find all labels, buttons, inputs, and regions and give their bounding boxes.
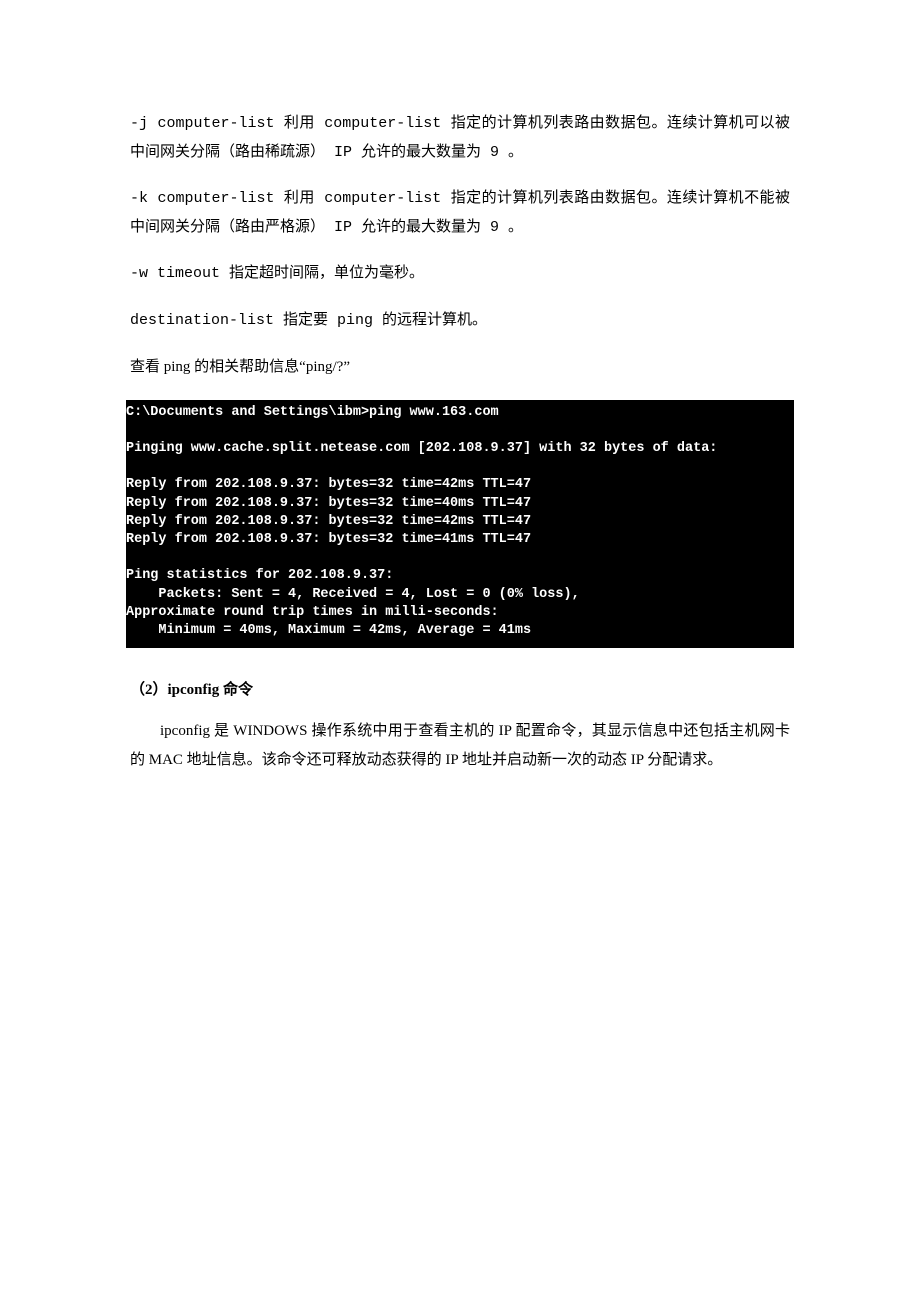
- terminal-line: Reply from 202.108.9.37: bytes=32 time=4…: [126, 532, 531, 547]
- terminal-line: Minimum = 40ms, Maximum = 42ms, Average …: [126, 623, 531, 638]
- terminal-line: Reply from 202.108.9.37: bytes=32 time=4…: [126, 514, 531, 529]
- terminal-line: Ping statistics for 202.108.9.37:: [126, 568, 393, 583]
- terminal-line: C:\Documents and Settings\ibm>ping www.1…: [126, 405, 499, 420]
- heading-suffix: 命令: [219, 682, 253, 698]
- paragraph-ping-help: 查看 ping 的相关帮助信息“ping/?”: [130, 353, 790, 382]
- terminal-line: Packets: Sent = 4, Received = 4, Lost = …: [126, 587, 580, 602]
- section-heading-ipconfig: （2）ipconfig 命令: [130, 678, 790, 699]
- paragraph-option-j: -j computer-list 利用 computer-list 指定的计算机…: [130, 110, 790, 167]
- terminal-screenshot: C:\Documents and Settings\ibm>ping www.1…: [126, 400, 794, 649]
- terminal-line: Approximate round trip times in milli-se…: [126, 605, 499, 620]
- heading-prefix: （2）: [130, 682, 168, 698]
- document-page: -j computer-list 利用 computer-list 指定的计算机…: [0, 0, 920, 814]
- heading-command: ipconfig: [168, 682, 220, 698]
- terminal-line: Pinging www.cache.split.netease.com [202…: [126, 441, 717, 456]
- paragraph-ipconfig-description: ipconfig 是 WINDOWS 操作系统中用于查看主机的 IP 配置命令，…: [130, 717, 790, 774]
- terminal-line: Reply from 202.108.9.37: bytes=32 time=4…: [126, 496, 531, 511]
- paragraph-option-w: -w timeout 指定超时间隔，单位为毫秒。: [130, 260, 790, 289]
- paragraph-destination-list: destination-list 指定要 ping 的远程计算机。: [130, 307, 790, 336]
- paragraph-option-k: -k computer-list 利用 computer-list 指定的计算机…: [130, 185, 790, 242]
- terminal-line: Reply from 202.108.9.37: bytes=32 time=4…: [126, 477, 531, 492]
